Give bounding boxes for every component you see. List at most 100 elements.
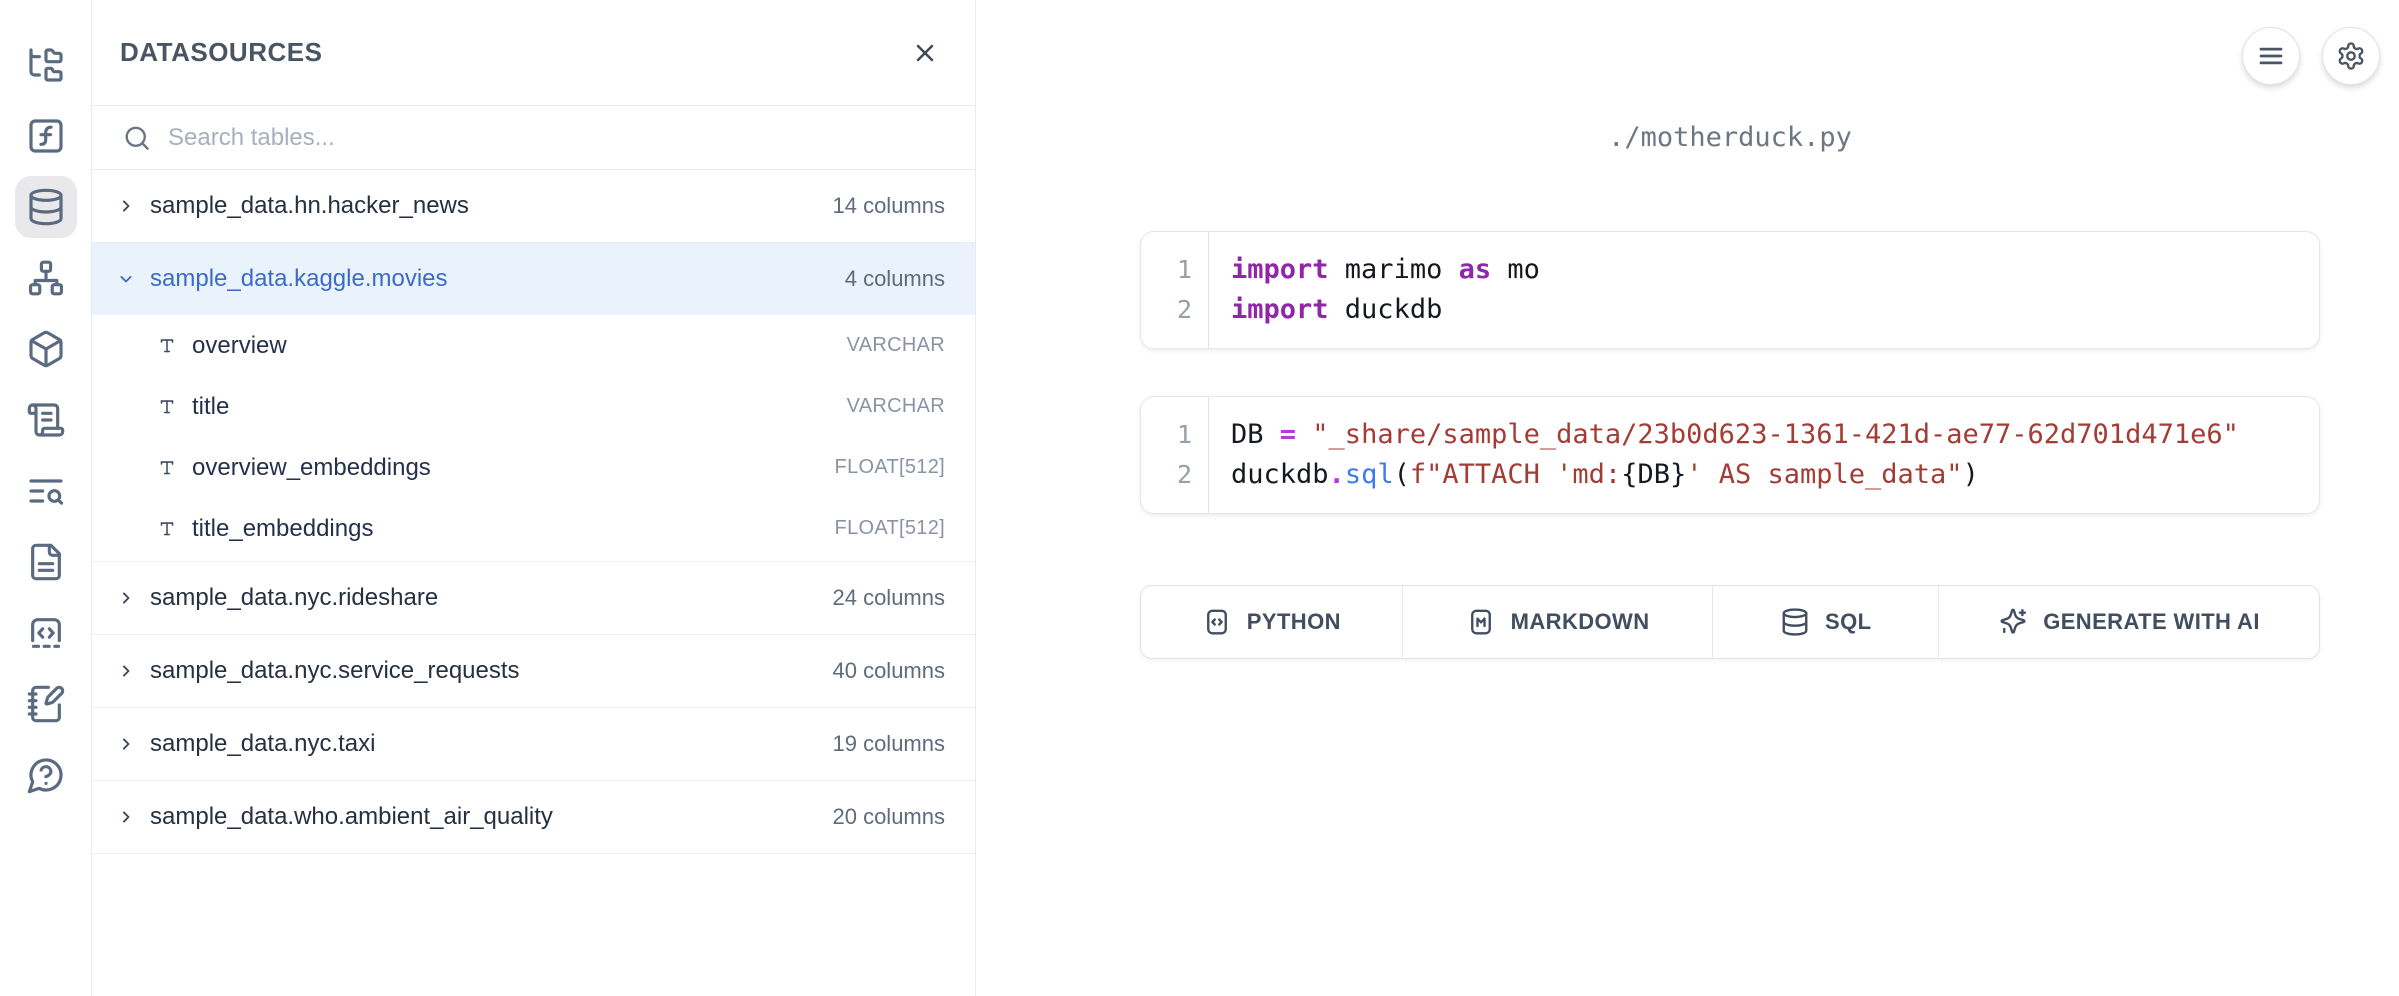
code-area[interactable]: import marimo as moimport duckdb [1209, 232, 1540, 348]
notebook-pen-icon [26, 684, 66, 724]
chevron-right-icon [116, 734, 136, 754]
table-column-count: 20 columns [832, 804, 945, 830]
sidebar-item-packages[interactable] [15, 318, 77, 380]
table-name: sample_data.nyc.rideshare [150, 584, 818, 612]
chevron-right-icon [116, 734, 136, 754]
close-button[interactable] [903, 31, 947, 75]
sidebar-item-variables[interactable] [15, 105, 77, 167]
sidebar-item-help[interactable] [15, 744, 77, 806]
text-type-icon [156, 457, 178, 479]
table-name: sample_data.who.ambient_air_quality [150, 803, 818, 831]
table-group: sample_data.nyc.service_requests 40 colum… [92, 635, 975, 708]
table-row[interactable]: sample_data.nyc.taxi19 columns [92, 708, 975, 780]
table-group: sample_data.nyc.taxi19 columns [92, 708, 975, 781]
column-name: overview_embeddings [192, 454, 821, 482]
app-root: DATASOURCES sample_data.hn.hacker_news 14… [0, 0, 2399, 996]
table-column-count: 14 columns [832, 193, 945, 219]
table-group: sample_data.nyc.rideshare24 columns [92, 562, 975, 635]
folder-tree-icon [26, 45, 66, 85]
sparkles-icon [1998, 607, 2028, 637]
code-line: import marimo as mo [1231, 250, 1540, 290]
code-cell[interactable]: 12 DB = "_share/sample_data/23b0d623-1361… [1140, 396, 2320, 514]
search-input[interactable] [168, 124, 945, 152]
table-row[interactable]: sample_data.nyc.service_requests 40 colum… [92, 635, 975, 707]
file-text-icon [26, 542, 66, 582]
line-numbers: 12 [1141, 397, 1209, 513]
database-icon [1780, 607, 1810, 637]
column-row[interactable]: title_embeddings FLOAT[512] [92, 498, 975, 559]
sidebar-item-scratchpad[interactable] [15, 673, 77, 735]
table-row[interactable]: sample_data.kaggle.movies4 columns [92, 243, 975, 315]
table-name: sample_data.nyc.service_requests [150, 657, 818, 685]
menu-icon [2256, 41, 2286, 71]
text-type-icon [156, 335, 178, 357]
column-row[interactable]: overview VARCHAR [92, 315, 975, 376]
table-group: sample_data.who.ambient_air_quality 20 co… [92, 781, 975, 854]
column-type: VARCHAR [847, 334, 945, 357]
box-icon [26, 329, 66, 369]
code-line: DB = "_share/sample_data/23b0d623-1361-4… [1231, 415, 2239, 455]
search-box [92, 106, 975, 170]
code-cell[interactable]: 12import marimo as moimport duckdb [1140, 231, 2320, 349]
text-type-icon [156, 335, 178, 357]
chevron-right-icon [116, 588, 136, 608]
table-row[interactable]: sample_data.nyc.rideshare24 columns [92, 562, 975, 634]
add-button-label: MARKDOWN [1511, 609, 1650, 635]
column-name: title_embeddings [192, 515, 821, 543]
sidebar-item-documentation[interactable] [15, 531, 77, 593]
chevron-right-icon [116, 196, 136, 216]
datasources-panel: DATASOURCES sample_data.hn.hacker_news 14… [92, 0, 976, 996]
markdown-square-icon [1466, 607, 1496, 637]
gear-icon [2336, 41, 2366, 71]
sidebar-item-file-explorer[interactable] [15, 34, 77, 96]
column-row[interactable]: overview_embeddings FLOAT[512] [92, 437, 975, 498]
table-group: sample_data.kaggle.movies4 columnsovervi… [92, 243, 975, 562]
sidebar-item-tracebacks[interactable] [15, 460, 77, 522]
add-button-label: PYTHON [1247, 609, 1341, 635]
chevron-right-icon [116, 807, 136, 827]
add-python-button[interactable]: PYTHON [1141, 586, 1403, 658]
activity-sidebar [0, 0, 92, 996]
column-name: overview [192, 332, 833, 360]
scroll-text-icon [26, 400, 66, 440]
table-name: sample_data.nyc.taxi [150, 730, 818, 758]
table-row[interactable]: sample_data.who.ambient_air_quality 20 co… [92, 781, 975, 853]
x-icon [911, 39, 939, 67]
table-group: sample_data.hn.hacker_news 14 columns [92, 170, 975, 243]
text-type-icon [156, 396, 178, 418]
main-editor: ./motherduck.py 12import marimo as moimp… [976, 0, 2399, 996]
table-row[interactable]: sample_data.hn.hacker_news 14 columns [92, 170, 975, 242]
column-name: title [192, 393, 833, 421]
sidebar-item-logs[interactable] [15, 389, 77, 451]
menu-button[interactable] [2242, 27, 2300, 85]
table-column-count: 40 columns [832, 658, 945, 684]
cells-container: 12import marimo as moimport duckdb 12 DB =… [1140, 231, 2320, 514]
top-actions [2242, 27, 2380, 85]
code-square-icon [1202, 607, 1232, 637]
workflow-icon [26, 258, 66, 298]
column-type: VARCHAR [847, 395, 945, 418]
list-search-icon [26, 471, 66, 511]
chevron-right-icon [116, 661, 136, 681]
add-sql-button[interactable]: SQL [1713, 586, 1939, 658]
sidebar-item-snippets[interactable] [15, 602, 77, 664]
settings-button[interactable] [2322, 27, 2380, 85]
table-name: sample_data.hn.hacker_news [150, 192, 818, 220]
add-markdown-button[interactable]: MARKDOWN [1403, 586, 1714, 658]
column-type: FLOAT[512] [835, 456, 945, 479]
chevron-down-icon [116, 269, 136, 289]
panel-header: DATASOURCES [92, 0, 975, 106]
column-type: FLOAT[512] [835, 517, 945, 540]
code-line: import duckdb [1231, 290, 1540, 330]
sidebar-item-datasources[interactable] [15, 176, 77, 238]
message-question-icon [26, 755, 66, 795]
table-name: sample_data.kaggle.movies [150, 265, 831, 293]
sidebar-item-dependencies[interactable] [15, 247, 77, 309]
generate-with-ai-button[interactable]: GENERATE WITH AI [1939, 586, 2319, 658]
text-type-icon [156, 457, 178, 479]
code-area[interactable]: DB = "_share/sample_data/23b0d623-1361-4… [1209, 397, 2239, 513]
database-icon [26, 187, 66, 227]
text-type-icon [156, 396, 178, 418]
columns-list: overview VARCHAR title VARCHAR overview_embe… [92, 315, 975, 561]
column-row[interactable]: title VARCHAR [92, 376, 975, 437]
